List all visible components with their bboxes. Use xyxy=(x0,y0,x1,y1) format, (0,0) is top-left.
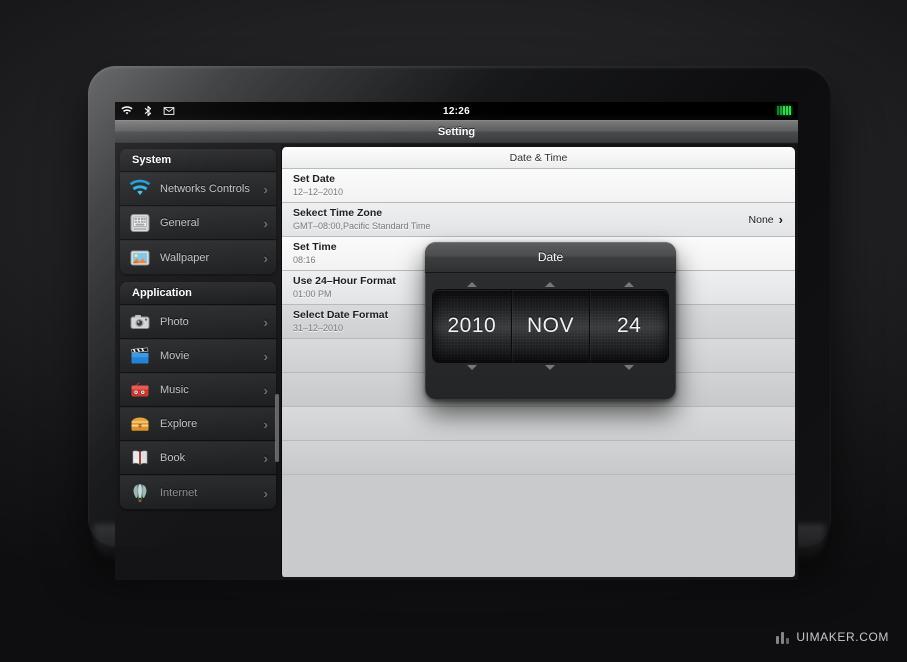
day-up-button[interactable] xyxy=(590,279,668,290)
sidebar-group-system: System Networks Controls › General › Wal… xyxy=(120,149,276,274)
app-title-bar: Setting xyxy=(115,120,798,144)
sidebar-item-book[interactable]: Book › xyxy=(120,441,276,475)
triangle-down-icon xyxy=(467,365,478,370)
date-picker-title: Date xyxy=(537,250,564,264)
triangle-down-icon xyxy=(545,365,556,370)
chevron-right-icon: › xyxy=(263,215,268,231)
year-wheel[interactable]: 2010 xyxy=(433,290,512,362)
page-title: Setting xyxy=(437,125,476,138)
battery-indicator xyxy=(777,106,791,115)
wifi-icon xyxy=(129,178,151,200)
status-bar: 12:26 xyxy=(115,102,798,120)
day-wheel[interactable]: 24 xyxy=(590,290,668,362)
sidebar-group-application: Application Photo › Movie › Music › Expl… xyxy=(120,282,276,509)
date-picker-down-arrows xyxy=(433,362,668,373)
open-book-icon xyxy=(129,447,151,469)
chevron-right-icon: › xyxy=(263,416,268,432)
setting-row-value: None › xyxy=(749,212,783,227)
sidebar-item-wallpaper[interactable]: Wallpaper › xyxy=(120,240,276,274)
sidebar-scrollbar[interactable] xyxy=(275,394,279,462)
sidebar-item-label: Internet xyxy=(160,486,198,499)
month-wheel[interactable]: NOV xyxy=(512,290,591,362)
content-panel: Date & Time Set Date 12–12–2010 Sekect T… xyxy=(281,147,795,577)
sidebar-item-photo[interactable]: Photo › xyxy=(120,305,276,339)
hot-air-balloon-icon xyxy=(129,482,151,504)
month-down-button[interactable] xyxy=(511,362,589,373)
general-settings-icon xyxy=(129,212,151,234)
treasure-chest-icon xyxy=(129,413,151,435)
date-picker-dialog[interactable]: Date 2010 NOV 24 xyxy=(425,242,676,400)
tablet-device: 12:26 Setting System Networks Controls ›… xyxy=(88,66,831,580)
chevron-right-icon: › xyxy=(263,382,268,398)
sidebar-item-explore[interactable]: Explore › xyxy=(120,407,276,441)
app-body: System Networks Controls › General › Wal… xyxy=(115,144,798,580)
setting-row-set-date[interactable]: Set Date 12–12–2010 xyxy=(282,169,795,203)
sidebar-list-application: Photo › Movie › Music › Explore › Book ›… xyxy=(120,305,276,509)
radio-icon xyxy=(129,379,151,401)
sidebar-item-networks-controls[interactable]: Networks Controls › xyxy=(120,172,276,206)
setting-row-select-time-zone[interactable]: Sekect Time Zone GMT–08:00,Pacific Stand… xyxy=(282,203,795,237)
clapperboard-icon xyxy=(129,345,151,367)
triangle-up-icon xyxy=(467,282,478,287)
date-picker-up-arrows xyxy=(433,279,668,290)
setting-row-empty xyxy=(282,441,795,475)
setting-row-empty xyxy=(282,407,795,441)
setting-row-title: Sekect Time Zone xyxy=(293,207,383,219)
sidebar[interactable]: System Networks Controls › General › Wal… xyxy=(115,144,281,580)
content-section-header: Date & Time xyxy=(282,147,795,169)
sidebar-group-header-application: Application xyxy=(120,282,276,305)
triangle-up-icon xyxy=(545,282,556,287)
chevron-right-icon: › xyxy=(263,450,268,466)
camera-icon xyxy=(129,311,151,333)
watermark-text: UIMAKER.COM xyxy=(796,630,889,644)
chevron-right-icon: › xyxy=(263,181,268,197)
year-down-button[interactable] xyxy=(433,362,511,373)
sidebar-item-label: Networks Controls xyxy=(160,183,250,195)
chevron-right-icon: › xyxy=(263,348,268,364)
chevron-right-icon: › xyxy=(263,484,268,501)
tablet-screen: 12:26 Setting System Networks Controls ›… xyxy=(115,102,798,580)
date-picker-body: 2010 NOV 24 xyxy=(425,273,676,378)
sidebar-item-music[interactable]: Music › xyxy=(120,373,276,407)
sidebar-item-label: Explore xyxy=(160,418,198,430)
sidebar-item-internet[interactable]: Internet › xyxy=(120,475,276,509)
uimaker-logo-icon xyxy=(776,631,790,644)
sidebar-item-label: Wallpaper xyxy=(160,251,210,264)
wallpaper-picture-icon xyxy=(129,247,151,269)
sidebar-item-label: Book xyxy=(160,452,186,464)
month-up-button[interactable] xyxy=(511,279,589,290)
triangle-down-icon xyxy=(623,365,634,370)
date-picker-wheels[interactable]: 2010 NOV 24 xyxy=(433,290,668,362)
chevron-right-icon: › xyxy=(263,249,268,266)
day-down-button[interactable] xyxy=(590,362,668,373)
sidebar-item-label: Movie xyxy=(160,350,190,362)
watermark: UIMAKER.COM xyxy=(776,630,889,644)
sidebar-item-general[interactable]: General › xyxy=(120,206,276,240)
sidebar-group-header-system: System xyxy=(120,149,276,172)
date-picker-header: Date xyxy=(425,242,676,273)
sidebar-list-system: Networks Controls › General › Wallpaper … xyxy=(120,172,276,274)
status-bar-clock: 12:26 xyxy=(442,105,471,117)
setting-row-subtitle: GMT–08:00,Pacific Standard Time xyxy=(293,221,431,231)
sidebar-item-label: Photo xyxy=(160,316,189,328)
year-up-button[interactable] xyxy=(433,279,511,290)
setting-row-title: Set Date xyxy=(293,173,336,185)
sidebar-item-label: General xyxy=(160,217,200,229)
setting-row-subtitle: 12–12–2010 xyxy=(293,187,344,197)
chevron-right-icon: › xyxy=(778,212,783,227)
chevron-right-icon: › xyxy=(263,314,268,330)
sidebar-item-movie[interactable]: Movie › xyxy=(120,339,276,373)
triangle-up-icon xyxy=(623,282,634,287)
sidebar-item-label: Music xyxy=(160,384,189,396)
time-zone-value: None xyxy=(748,213,774,226)
